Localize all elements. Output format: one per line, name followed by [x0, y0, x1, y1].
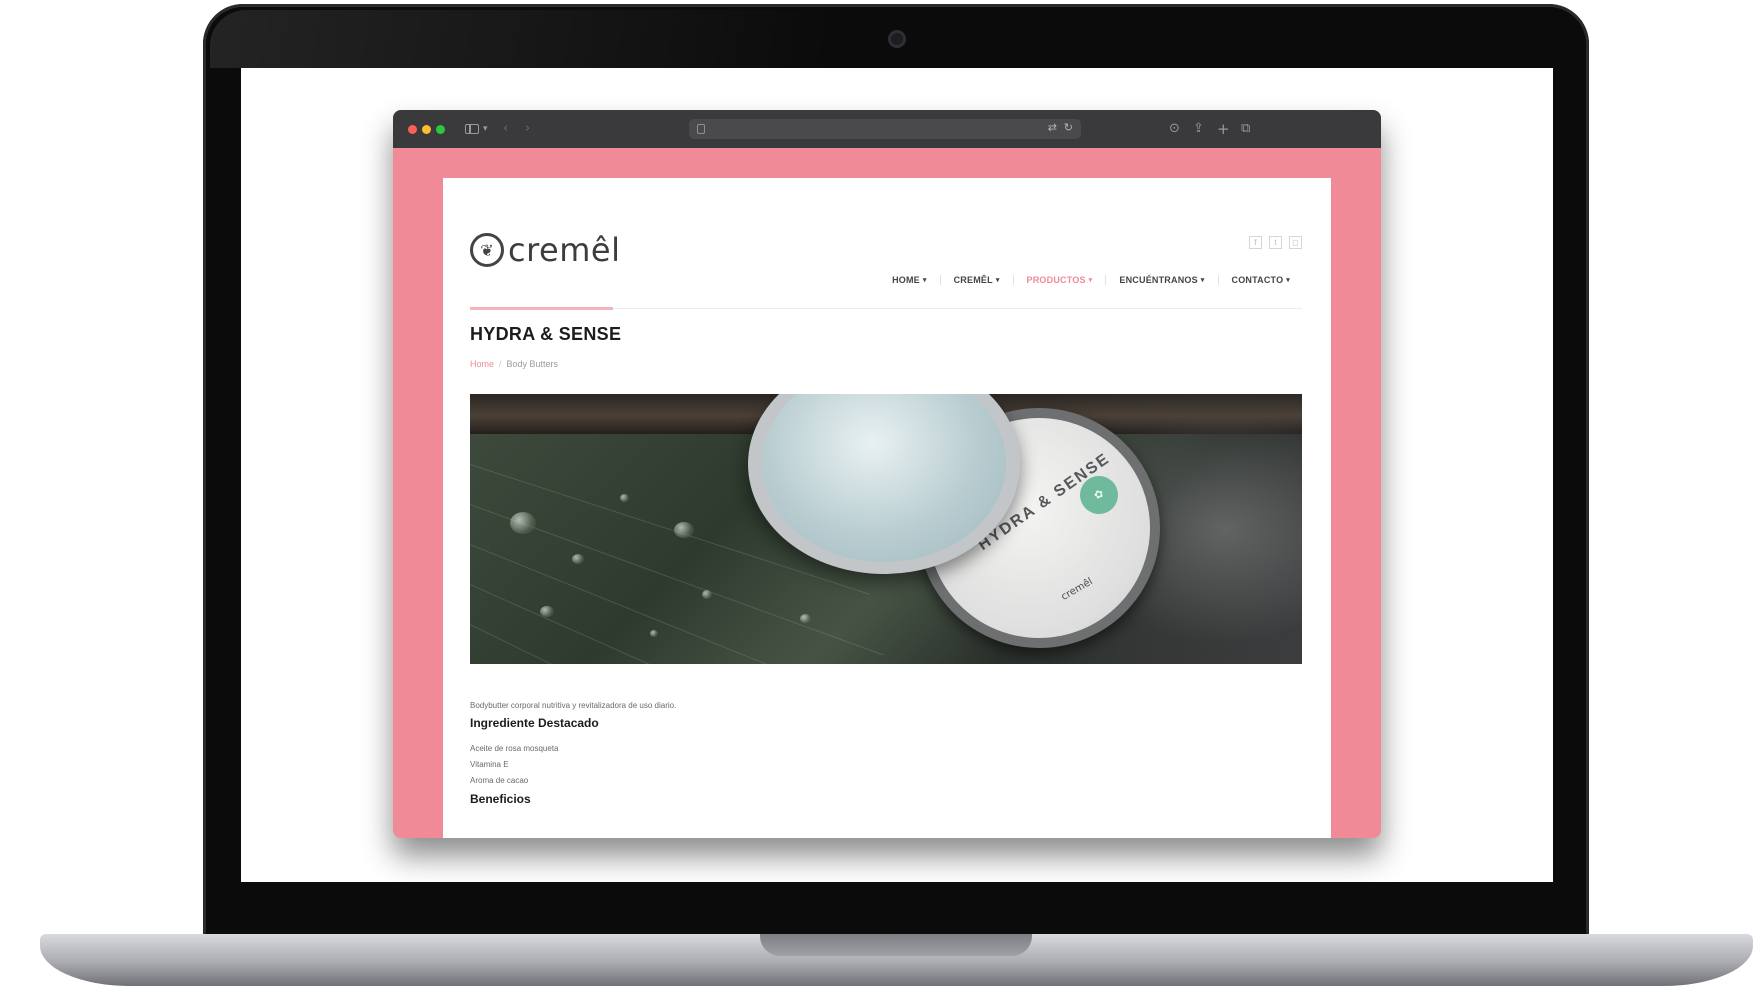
facebook-icon[interactable]: f	[1249, 236, 1262, 249]
nav-item-home[interactable]: HOME ▾	[879, 275, 940, 285]
share-icon[interactable]: ⇪	[1193, 120, 1204, 138]
laptop-screen: ▾ ‹ › ⇄ ↻ ⊙ ⇪ + ⧉ ❦ cremêl f t ◻ HOME▾	[241, 68, 1553, 882]
nav-item-contacto[interactable]: CONTACTO ▾	[1219, 275, 1303, 285]
header-divider-accent	[470, 307, 613, 310]
caret-down-icon: ▾	[995, 277, 1000, 284]
minimize-window-button[interactable]	[422, 125, 431, 134]
page-title: HYDRA & SENSE	[470, 324, 622, 344]
product-description: Bodybutter corporal nutritiva y revitali…	[470, 701, 677, 710]
back-icon[interactable]: ‹	[503, 120, 508, 138]
address-bar[interactable]: ⇄ ↻	[689, 119, 1081, 139]
browser-toolbar: ▾ ‹ › ⇄ ↻ ⊙ ⇪ + ⧉	[393, 110, 1381, 148]
ingredients-heading: Ingrediente Destacado	[470, 716, 599, 730]
chevron-down-icon[interactable]: ▾	[483, 120, 488, 138]
caret-down-icon: ▾	[1200, 277, 1205, 284]
water-drop	[540, 606, 554, 617]
zoom-window-button[interactable]	[436, 125, 445, 134]
product-hero-image: ✿ HYDRA & SENSE cremêl	[470, 394, 1302, 664]
nav-item-cremel[interactable]: CREMÊL ▾	[941, 275, 1013, 285]
nav-item-encuentranos[interactable]: ENCUÉNTRANOS ▾	[1106, 275, 1217, 285]
site-logo[interactable]: ❦ cremêl	[470, 230, 620, 270]
twitter-icon[interactable]: t	[1269, 236, 1282, 249]
nav-item-productos[interactable]: PRODUCTOS ▾	[1014, 275, 1106, 285]
sidebar-toggle-icon[interactable]	[465, 124, 479, 134]
water-drop	[800, 614, 811, 623]
breadcrumb-home-link[interactable]: Home	[470, 359, 494, 369]
water-drop	[702, 590, 712, 599]
ingredient-item: Aroma de cacao	[470, 776, 529, 785]
privacy-shield-icon	[697, 124, 705, 134]
webcam	[888, 30, 906, 48]
caret-down-icon: ▾	[922, 277, 927, 284]
breadcrumb: Home / Body Butters	[470, 359, 558, 369]
reload-icon[interactable]: ↻	[1064, 121, 1073, 134]
logo-text: cremêl	[508, 231, 621, 269]
instagram-icon[interactable]: ◻	[1289, 236, 1302, 249]
water-drop	[510, 512, 536, 534]
nav-label: HOME	[892, 275, 920, 285]
leaf-vein	[470, 624, 812, 664]
benefits-heading: Beneficios	[470, 792, 531, 806]
ingredient-item: Aceite de rosa mosqueta	[470, 744, 559, 753]
nav-label: CONTACTO	[1231, 275, 1284, 285]
close-window-button[interactable]	[408, 125, 417, 134]
breadcrumb-current: Body Butters	[506, 359, 559, 369]
nav-label: ENCUÉNTRANOS	[1119, 275, 1198, 285]
breadcrumb-separator: /	[499, 359, 502, 369]
forward-icon[interactable]: ›	[525, 120, 530, 138]
browser-window: ▾ ‹ › ⇄ ↻ ⊙ ⇪ + ⧉ ❦ cremêl f t ◻ HOME▾	[393, 110, 1381, 838]
downloads-icon[interactable]: ⊙	[1169, 120, 1180, 138]
laptop-notch	[760, 934, 1032, 956]
nav-label: CREMÊL	[953, 275, 993, 285]
caret-down-icon: ▾	[1286, 277, 1290, 284]
water-drop	[620, 494, 629, 502]
nav-label: PRODUCTOS	[1026, 275, 1086, 285]
ingredient-item: Vitamina E	[470, 760, 509, 769]
tab-overview-icon[interactable]: ⧉	[1241, 120, 1250, 138]
main-nav: HOME ▾ CREMÊL ▾ PRODUCTOS ▾ ENCUÉNTRANOS ▾ C…	[879, 275, 1303, 285]
translate-icon[interactable]: ⇄	[1048, 121, 1057, 134]
lid-glare	[210, 10, 830, 68]
water-drop	[650, 630, 658, 637]
caret-down-icon: ▾	[1088, 277, 1093, 284]
water-drop	[572, 554, 584, 564]
leaf-logo-icon: ❦	[470, 233, 504, 267]
water-drop	[674, 522, 694, 538]
web-page: ❦ cremêl f t ◻ HOME ▾ CREMÊL ▾ PRODUCTOS ▾ …	[443, 178, 1331, 838]
new-tab-icon[interactable]: +	[1217, 120, 1230, 138]
